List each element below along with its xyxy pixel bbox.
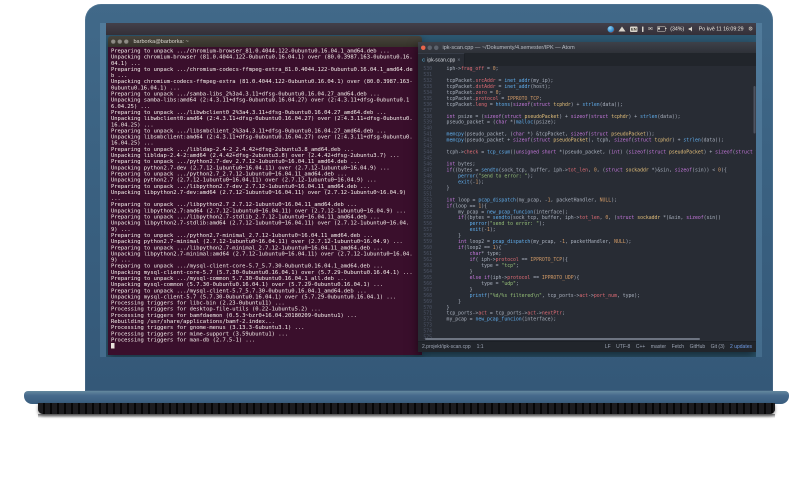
- status-cursor-position[interactable]: 1:1: [477, 344, 484, 350]
- terminal-titlebar[interactable]: barborka@barborka: ~: [108, 36, 422, 47]
- status-item-utf-8[interactable]: UTF-8: [616, 344, 630, 350]
- terminal-maximize-button[interactable]: [124, 39, 129, 44]
- editor-code-lines: 530 iph->frag_off = 0; 531 532 tcpPacket.s…: [418, 66, 756, 341]
- desktop: EN ✉ (34%) Po kvě 11 16:09:29 ⚙ barborka…: [106, 23, 756, 357]
- terminal-close-button[interactable]: [111, 39, 116, 44]
- c-language-icon: C: [422, 57, 426, 63]
- app-indicator-icon[interactable]: [607, 25, 615, 33]
- atom-titlebar[interactable]: ipk-scan.cpp — ~/Dokumenty/4.semester/IP…: [418, 42, 756, 53]
- terminal-body[interactable]: Preparing to unpack .../chromium-browser…: [108, 47, 422, 355]
- battery-percent[interactable]: (34%): [670, 26, 684, 32]
- status-file-path[interactable]: 2.projekt/ipk-scan.cpp: [422, 344, 471, 350]
- atom-window[interactable]: ipk-scan.cpp — ~/Dokumenty/4.semester/IP…: [418, 42, 756, 352]
- status-item-2-updates[interactable]: 2 updates: [730, 344, 752, 350]
- screen-bezel-right: [756, 23, 762, 357]
- terminal-output: Preparing to unpack .../chromium-browser…: [108, 47, 414, 349]
- tab-ipk-scan-cpp[interactable]: C ipk-scan.cpp ×: [418, 53, 465, 66]
- status-item-c-[interactable]: C++: [636, 344, 645, 350]
- battery-icon[interactable]: [657, 26, 667, 32]
- terminal-cursor: [111, 343, 115, 349]
- keyboard-layout-indicator[interactable]: EN: [630, 26, 638, 32]
- status-item-lf[interactable]: LF: [605, 344, 611, 350]
- status-item-fetch[interactable]: Fetch: [672, 344, 685, 350]
- atom-maximize-button[interactable]: [434, 45, 439, 50]
- terminal-minimize-button[interactable]: [117, 39, 122, 44]
- session-gear-icon[interactable]: ⚙: [748, 26, 753, 32]
- laptop-shadow: [38, 414, 775, 418]
- tab-close-icon[interactable]: ×: [457, 57, 460, 63]
- atom-tab-bar: C ipk-scan.cpp ×: [418, 53, 756, 66]
- status-item-master[interactable]: master: [651, 344, 666, 350]
- clock[interactable]: Po kvě 11 16:09:29: [699, 26, 744, 32]
- volume-icon[interactable]: [688, 26, 693, 32]
- horizontal-scrollbar[interactable]: [425, 338, 700, 340]
- terminal-title: barborka@barborka: ~: [133, 38, 189, 45]
- atom-close-button[interactable]: [421, 45, 426, 50]
- laptop-screen: EN ✉ (34%) Po kvě 11 16:09:29 ⚙ barborka…: [106, 23, 756, 357]
- code-editor[interactable]: 530 iph->frag_off = 0; 531 532 tcpPacket.s…: [418, 66, 756, 341]
- atom-minimize-button[interactable]: [427, 45, 432, 50]
- status-right: LF UTF-8 C++ master Fetch GitHub Git (3) 2 upda…: [605, 344, 752, 350]
- wifi-icon[interactable]: [618, 26, 626, 32]
- atom-status-bar: 2.projekt/ipk-scan.cpp 1:1 LF UTF-8 C++ mas…: [418, 341, 756, 352]
- system-top-panel: EN ✉ (34%) Po kvě 11 16:09:29 ⚙: [106, 23, 756, 35]
- bluetooth-icon[interactable]: [642, 26, 644, 32]
- laptop-keyboard-edge: [38, 403, 775, 414]
- status-item-github[interactable]: GitHub: [690, 344, 706, 350]
- laptop-mockup: EN ✉ (34%) Po kvě 11 16:09:29 ⚙ barborka…: [0, 0, 800, 477]
- atom-window-title: ipk-scan.cpp — ~/Dokumenty/4.semester/IP…: [442, 44, 575, 51]
- mail-icon[interactable]: ✉: [648, 26, 653, 32]
- tab-label: ipk-scan.cpp: [427, 57, 456, 63]
- terminal-window[interactable]: barborka@barborka: ~ Preparing to unpack…: [108, 36, 422, 355]
- status-item-git-3-[interactable]: Git (3): [711, 344, 725, 350]
- vertical-scrollbar[interactable]: [753, 86, 756, 134]
